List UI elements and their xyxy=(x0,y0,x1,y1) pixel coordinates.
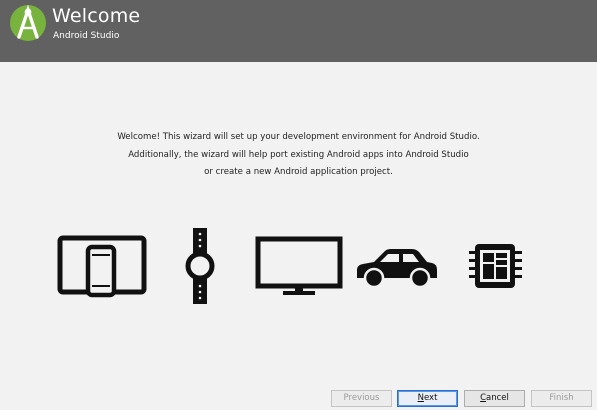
car-icon xyxy=(357,249,437,288)
next-button[interactable]: Next xyxy=(397,390,458,407)
welcome-message-line-3: or create a new Android application proj… xyxy=(204,167,393,177)
things-board-icon xyxy=(469,244,522,288)
cancel-button[interactable]: Cancel xyxy=(464,390,525,407)
finish-button[interactable]: Finish xyxy=(531,390,592,407)
welcome-message-line-1: Welcome! This wizard will set up your de… xyxy=(117,132,480,142)
header-bar: Welcome Android Studio xyxy=(0,0,597,62)
page-subtitle: Android Studio xyxy=(53,31,120,41)
tv-icon xyxy=(255,236,343,295)
page-title: Welcome xyxy=(52,5,141,27)
previous-button[interactable]: Previous xyxy=(331,390,392,407)
watch-icon xyxy=(185,228,215,304)
welcome-message-line-2: Additionally, the wizard will help port … xyxy=(128,150,469,160)
android-studio-logo-icon xyxy=(10,4,46,41)
tablet-phone-icon xyxy=(57,235,147,298)
